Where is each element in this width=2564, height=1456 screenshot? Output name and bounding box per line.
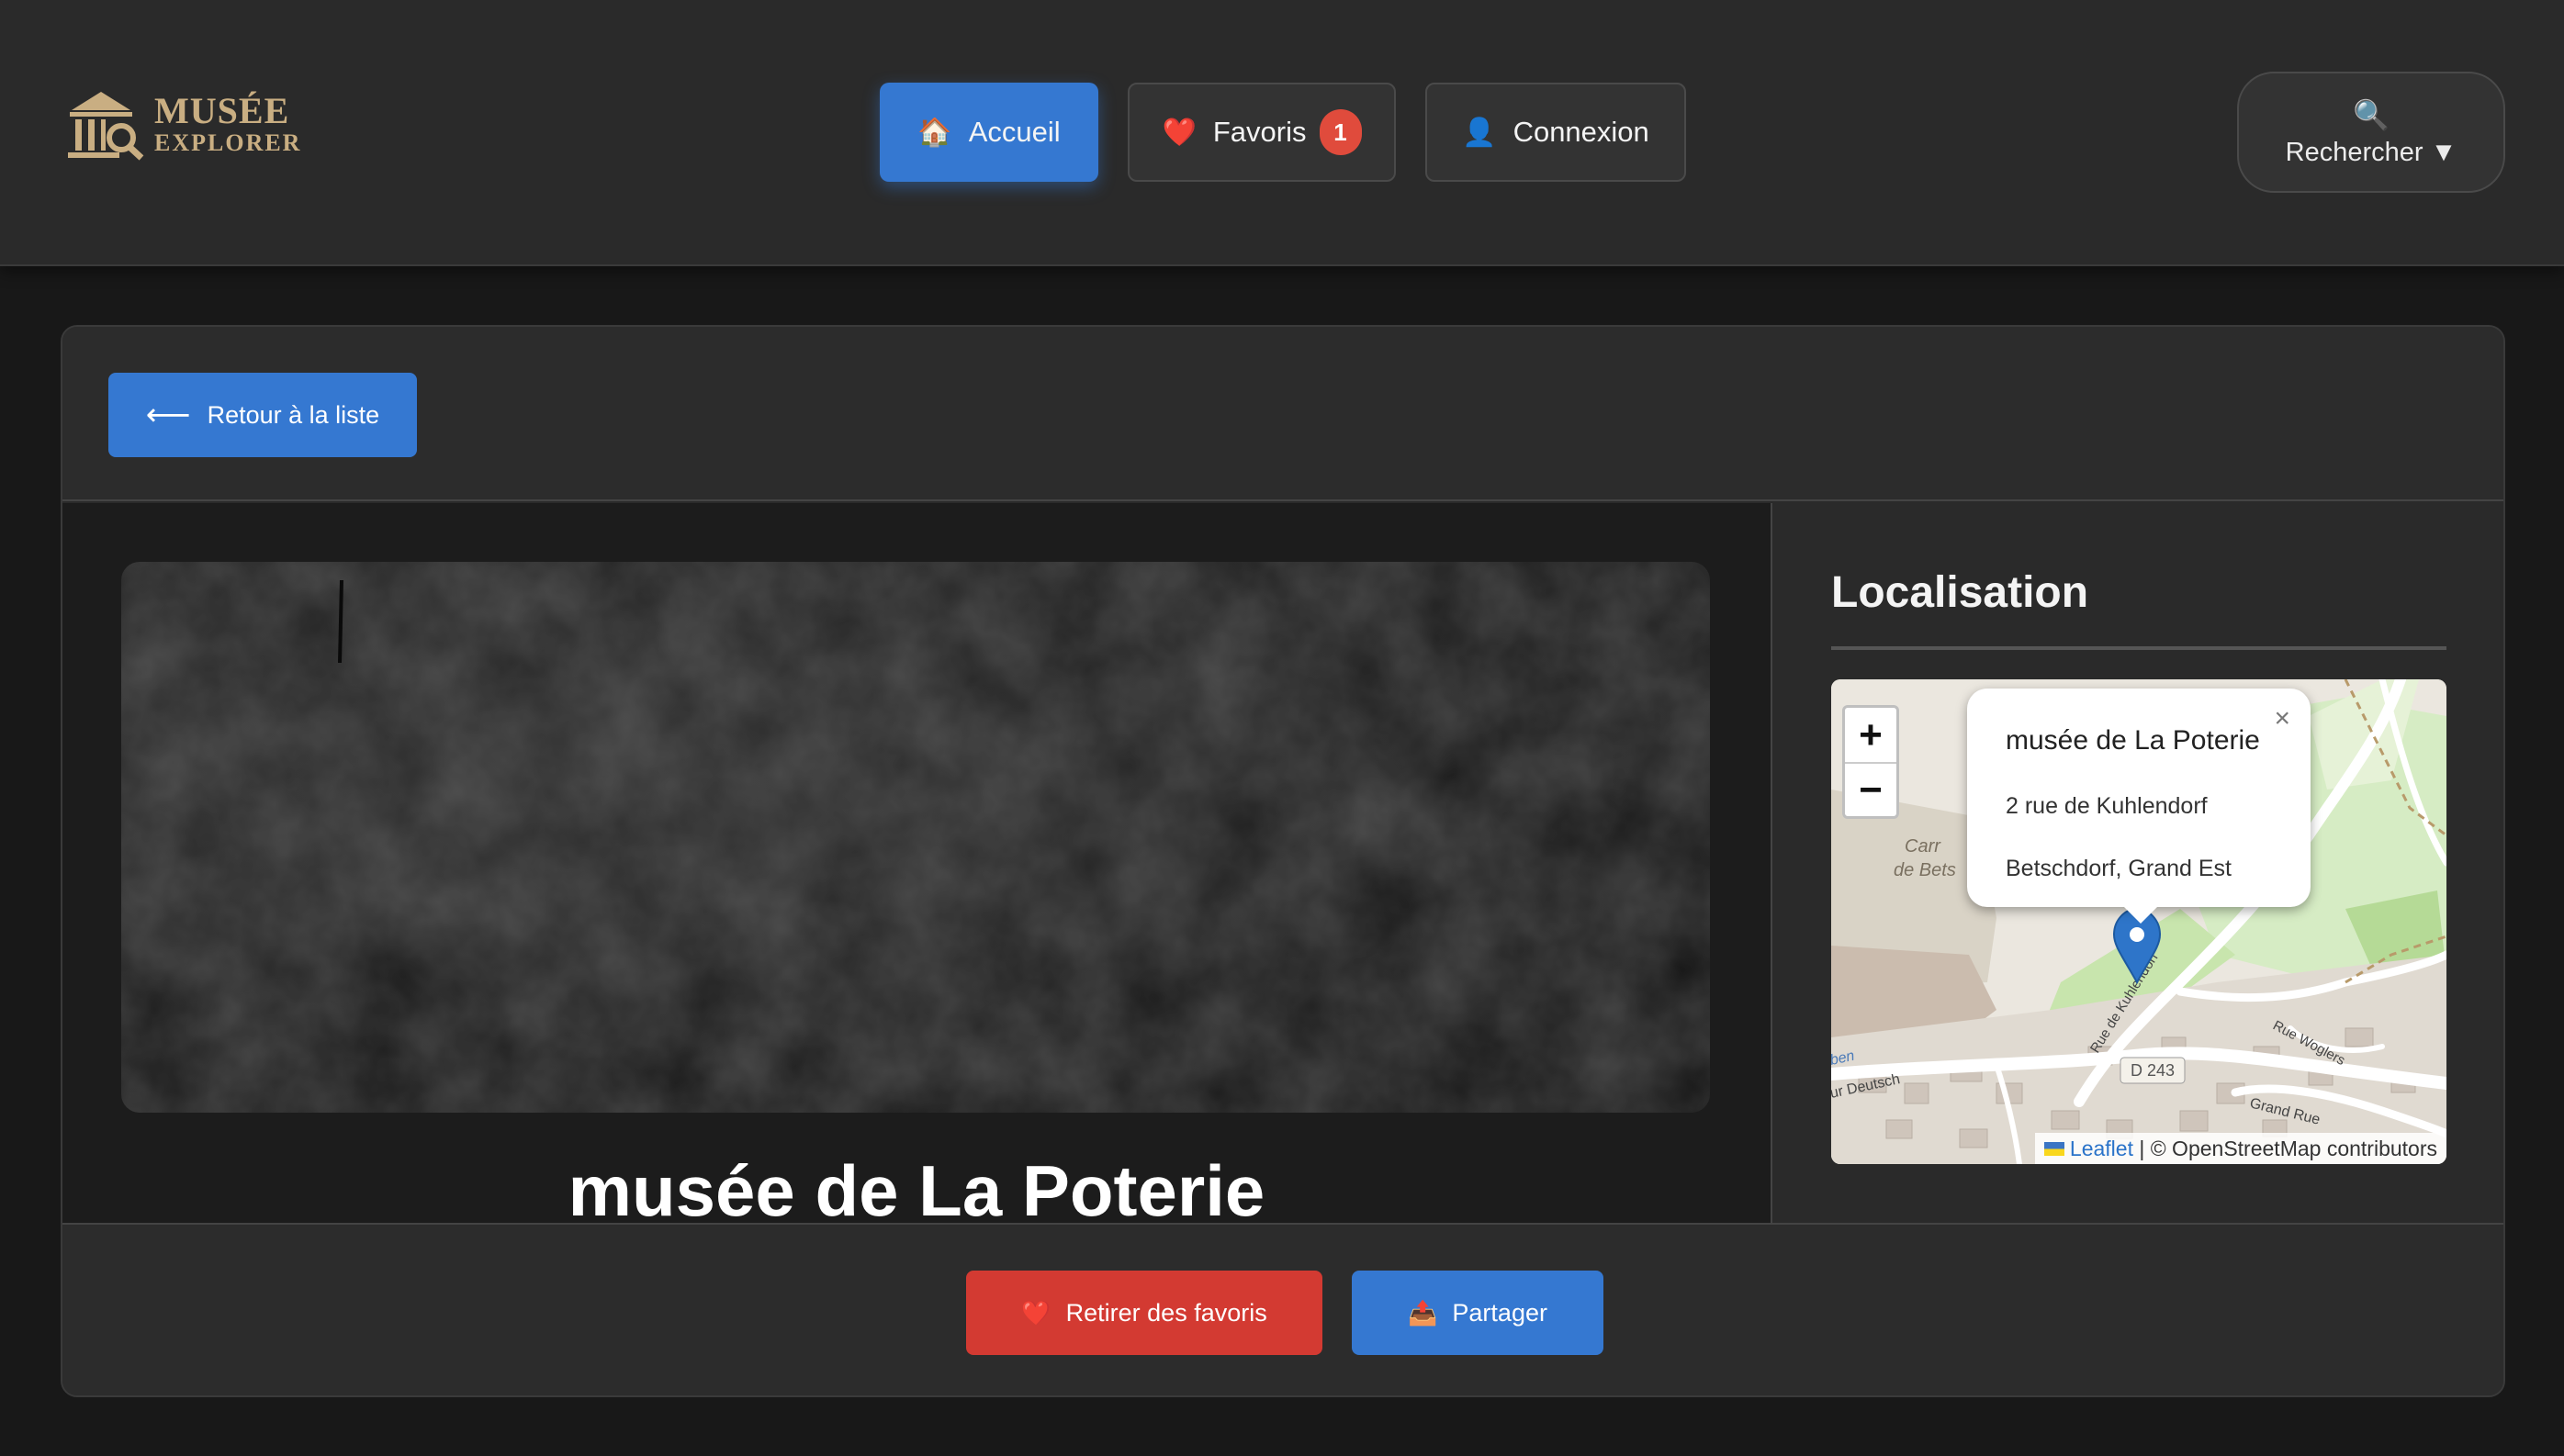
zoom-in-button[interactable]: +: [1845, 708, 1896, 762]
top-header: MUSÉE EXPLORER 🏠 Accueil ❤️ Favoris 1 👤 …: [0, 0, 2564, 266]
popup-address: 2 rue de Kuhlendorf: [2006, 793, 2208, 819]
map-label-carriere-2: de Bets: [1894, 860, 1956, 880]
popup-title: musée de La Poterie: [2006, 725, 2260, 756]
site-logo[interactable]: MUSÉE EXPLORER: [66, 86, 301, 162]
search-dropdown-button[interactable]: 🔍 Rechercher ▼: [2237, 72, 2505, 193]
museum-title: musée de La Poterie: [568, 1150, 1265, 1223]
favorites-count-badge: 1: [1319, 109, 1362, 155]
share-icon: 📤: [1408, 1298, 1438, 1327]
osm-attribution: | © OpenStreetMap contributors: [2139, 1136, 2437, 1160]
ukraine-flag-icon: [2043, 1141, 2064, 1156]
nav-home-button[interactable]: 🏠 Accueil: [880, 83, 1098, 182]
location-map[interactable]: D 243 ur Deutsch Rue de Kuhlendorf Rue W…: [1831, 679, 2446, 1164]
nav-home-label: Accueil: [968, 116, 1061, 148]
share-label: Partager: [1452, 1298, 1547, 1327]
zoom-out-button[interactable]: −: [1845, 762, 1896, 816]
arrow-left-icon: ⟵: [145, 398, 191, 432]
popup-close-icon[interactable]: ×: [2274, 703, 2290, 734]
house-icon: 🏠: [917, 117, 952, 148]
popup-city: Betschdorf, Grand Est: [2006, 856, 2232, 881]
search-icon: 🔍: [2353, 98, 2390, 131]
location-divider: [1831, 646, 2446, 650]
heart-icon: ❤️: [1021, 1298, 1051, 1327]
nav-login-label: Connexion: [1513, 116, 1649, 148]
remove-favorite-label: Retirer des favoris: [1065, 1298, 1267, 1327]
map-label-carriere-1: Carr: [1905, 836, 1941, 857]
back-to-list-button[interactable]: ⟵ Retour à la liste: [108, 373, 417, 457]
map-attribution: Leaflet | © OpenStreetMap contributors: [2034, 1133, 2446, 1164]
popup-tip: [2122, 905, 2159, 924]
back-to-list-label: Retour à la liste: [207, 400, 380, 429]
location-pane: Localisation D 243 ur Deutsch Rue de Kuh…: [1771, 503, 2503, 1223]
card-toolbar: ⟵ Retour à la liste: [62, 327, 2503, 501]
museum-magnifier-icon: [68, 92, 144, 161]
nav-favorites-button[interactable]: ❤️ Favoris 1: [1128, 83, 1396, 182]
card-actions: ❤️ Retirer des favoris 📤 Partager: [62, 1223, 2503, 1395]
museum-hero-image: [121, 562, 1710, 1113]
museum-main-pane: musée de La Poterie: [62, 503, 1771, 1223]
search-label: Rechercher ▼: [2285, 138, 2457, 167]
nav-login-button[interactable]: 👤 Connexion: [1425, 83, 1686, 182]
leaflet-link[interactable]: Leaflet: [2070, 1137, 2133, 1161]
logo-text: MUSÉE EXPLORER: [154, 93, 301, 155]
user-icon: 👤: [1462, 117, 1497, 148]
map-label-d243: D 243: [2131, 1061, 2175, 1080]
remove-favorite-button[interactable]: ❤️ Retirer des favoris: [966, 1271, 1322, 1355]
map-zoom-control: + −: [1842, 705, 1899, 819]
museum-detail-card: ⟵ Retour à la liste musée de La Poterie …: [61, 325, 2505, 1397]
texture-overlay: [121, 562, 1710, 1113]
logo-line2: EXPLORER: [154, 129, 302, 156]
map-popup: musée de La Poterie 2 rue de Kuhlendorf …: [1967, 689, 2311, 907]
nav-favorites-label: Favoris: [1212, 116, 1307, 148]
location-heading: Localisation: [1831, 568, 2089, 617]
share-button[interactable]: 📤 Partager: [1352, 1271, 1603, 1355]
logo-line1: MUSÉE: [154, 90, 290, 131]
heart-icon: ❤️: [1162, 117, 1197, 148]
